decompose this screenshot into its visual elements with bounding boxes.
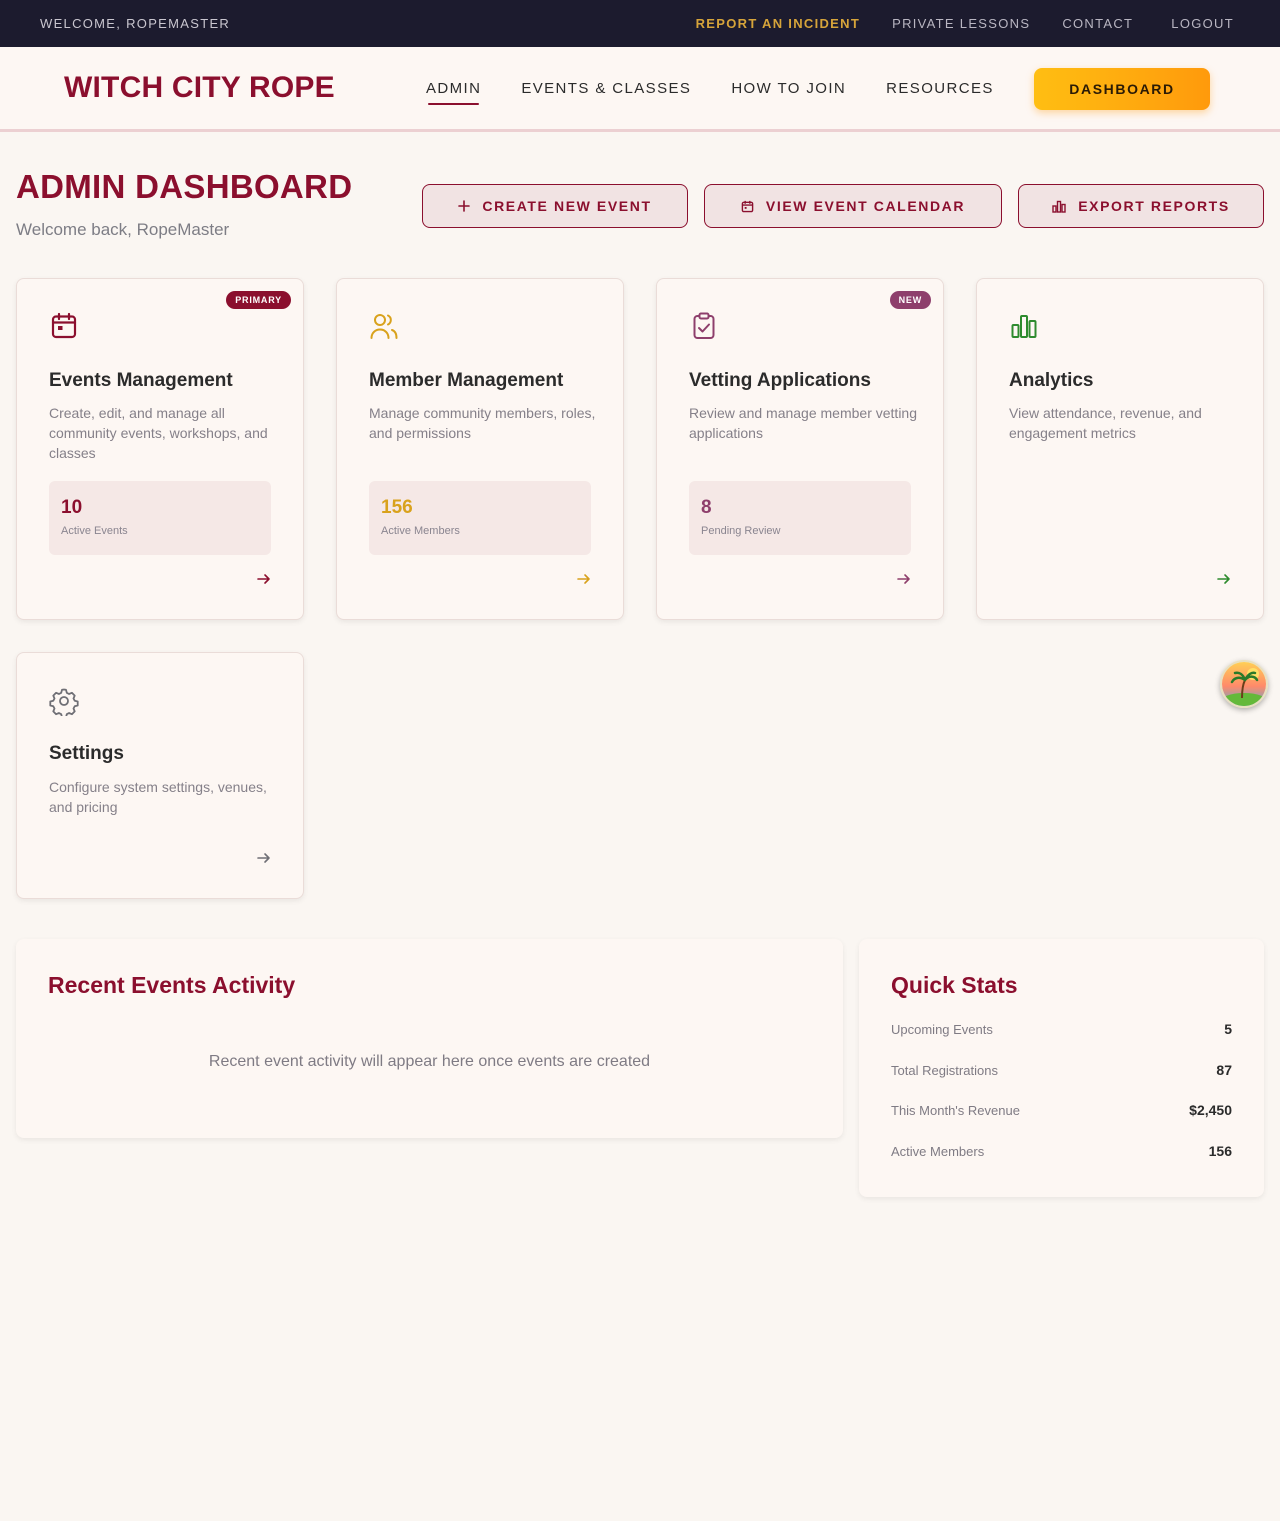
- clipboard-check-icon: [689, 311, 719, 346]
- card-stat: 8 Pending Review: [689, 481, 911, 555]
- card-title: Settings: [49, 743, 124, 764]
- logout-link[interactable]: LOGOUT: [1171, 16, 1234, 31]
- create-event-label: CREATE NEW EVENT: [482, 198, 652, 214]
- arrow-right-icon[interactable]: [577, 572, 591, 590]
- utility-bar: WELCOME, ROPEMASTER REPORT AN INCIDENT P…: [0, 0, 1280, 47]
- vetting-applications-card[interactable]: NEW Vetting Applications Review and mana…: [656, 278, 944, 620]
- arrow-right-icon[interactable]: [1217, 572, 1231, 590]
- primary-badge: PRIMARY: [226, 291, 291, 309]
- card-description: Create, edit, and manage all community e…: [49, 405, 268, 461]
- site-logo[interactable]: WITCH CITY ROPE: [64, 71, 335, 105]
- welcome-text: WELCOME, ROPEMASTER: [40, 16, 231, 31]
- card-description: Configure system settings, venues, and p…: [49, 779, 267, 815]
- stat-row-value: 87: [1216, 1062, 1232, 1078]
- floating-avatar[interactable]: [1220, 660, 1268, 708]
- settings-card[interactable]: Settings Configure system settings, venu…: [16, 652, 304, 899]
- card-title: Events Management: [49, 370, 233, 391]
- site-header: WITCH CITY ROPE ADMIN EVENTS & CLASSES H…: [0, 47, 1280, 132]
- recent-activity-panel: Recent Events Activity Recent event acti…: [16, 939, 843, 1138]
- card-description: View attendance, revenue, and engagement…: [1009, 405, 1202, 441]
- plus-icon: [458, 200, 471, 212]
- card-title: Member Management: [369, 370, 564, 391]
- arrow-right-icon[interactable]: [897, 572, 911, 590]
- stat-value: 156: [381, 497, 413, 518]
- recent-activity-title: Recent Events Activity: [48, 972, 296, 998]
- calendar-icon: [741, 200, 754, 212]
- arrow-right-icon[interactable]: [257, 572, 271, 590]
- contact-link[interactable]: CONTACT: [1062, 16, 1133, 31]
- view-calendar-label: VIEW EVENT CALENDAR: [765, 198, 966, 214]
- utility-links: REPORT AN INCIDENT PRIVATE LESSONS CONTA…: [696, 16, 1234, 31]
- nav-events-classes[interactable]: EVENTS & CLASSES: [521, 80, 691, 103]
- member-management-card[interactable]: Member Management Manage community membe…: [336, 278, 624, 620]
- stat-row-value: 5: [1224, 1021, 1232, 1037]
- card-stat: 156 Active Members: [369, 481, 591, 555]
- card-title: Vetting Applications: [689, 370, 871, 391]
- card-title: Analytics: [1009, 370, 1094, 391]
- stat-label: Pending Review: [701, 525, 781, 537]
- calendar-icon: [49, 311, 79, 346]
- users-icon: [369, 311, 399, 346]
- page-subtitle: Welcome back, RopeMaster: [16, 220, 230, 239]
- quick-stats-title: Quick Stats: [891, 972, 1018, 998]
- main-nav: ADMIN EVENTS & CLASSES HOW TO JOIN RESOU…: [426, 80, 1034, 105]
- gear-icon: [49, 686, 79, 721]
- card-description: Review and manage member vetting applica…: [689, 405, 918, 441]
- analytics-card[interactable]: Analytics View attendance, revenue, and …: [976, 278, 1264, 620]
- quick-stats-panel: Quick Stats Upcoming Events 5 Total Regi…: [859, 939, 1264, 1197]
- bar-chart-icon: [1052, 200, 1066, 213]
- nav-admin[interactable]: ADMIN: [426, 80, 481, 105]
- stat-row-label: Active Members: [891, 1143, 985, 1159]
- nav-resources[interactable]: RESOURCES: [886, 80, 994, 103]
- stat-row: Upcoming Events 5: [891, 1021, 1232, 1037]
- stat-row-label: This Month's Revenue: [891, 1102, 1020, 1118]
- view-calendar-button[interactable]: VIEW EVENT CALENDAR: [704, 184, 1002, 228]
- stat-value: 8: [701, 497, 712, 518]
- stat-value: 10: [61, 497, 83, 518]
- create-event-button[interactable]: CREATE NEW EVENT: [422, 184, 688, 228]
- bar-chart-icon: [1009, 311, 1039, 346]
- stat-row: Total Registrations 87: [891, 1062, 1232, 1078]
- export-reports-button[interactable]: EXPORT REPORTS: [1018, 184, 1264, 228]
- card-stat: 10 Active Events: [49, 481, 271, 555]
- stat-label: Active Members: [381, 525, 460, 537]
- empty-state-message: Recent event activity will appear here o…: [208, 1053, 651, 1070]
- stat-row-label: Upcoming Events: [891, 1021, 993, 1037]
- stat-row: Active Members 156: [891, 1143, 1232, 1159]
- dashboard-button[interactable]: DASHBOARD: [1034, 68, 1210, 110]
- card-description: Manage community members, roles, and per…: [369, 405, 596, 441]
- stat-label: Active Events: [61, 525, 128, 537]
- private-lessons-link[interactable]: PRIVATE LESSONS: [892, 16, 1030, 31]
- events-management-card[interactable]: PRIMARY Events Management Create, edit, …: [16, 278, 304, 620]
- page-title: ADMIN DASHBOARD: [16, 168, 353, 205]
- new-badge: NEW: [889, 291, 931, 309]
- stat-row-label: Total Registrations: [891, 1062, 998, 1078]
- report-incident-link[interactable]: REPORT AN INCIDENT: [696, 16, 860, 31]
- stat-row-value: $2,450: [1189, 1102, 1232, 1118]
- export-reports-label: EXPORT REPORTS: [1078, 198, 1230, 214]
- stat-row: This Month's Revenue $2,450: [891, 1102, 1232, 1118]
- nav-how-to-join[interactable]: HOW TO JOIN: [731, 80, 846, 103]
- stat-row-value: 156: [1208, 1143, 1232, 1159]
- arrow-right-icon[interactable]: [257, 851, 271, 869]
